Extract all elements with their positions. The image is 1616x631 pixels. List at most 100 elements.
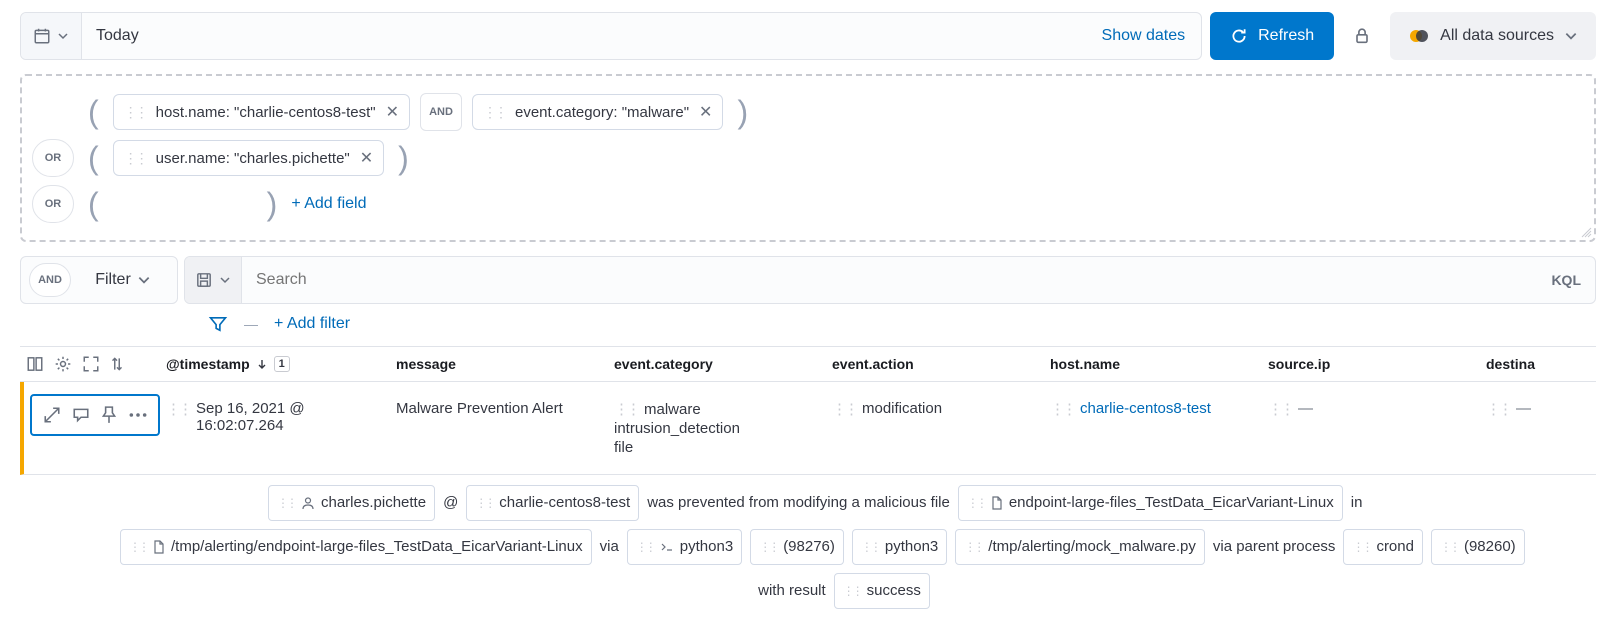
col-host[interactable]: host.name <box>1044 348 1262 380</box>
col-message[interactable]: message <box>390 348 608 380</box>
filter-search-row: AND Filter KQL <box>20 256 1596 304</box>
drag-handle-icon[interactable] <box>124 104 146 121</box>
row-actions-cell <box>24 382 160 474</box>
cell-source: — <box>1262 382 1480 474</box>
more-icon[interactable] <box>128 406 148 424</box>
refresh-icon <box>1230 27 1248 45</box>
kql-toggle[interactable]: KQL <box>1537 272 1595 288</box>
col-label: event.action <box>832 356 914 372</box>
query-row-2: OR ( user.name: "charles.pichette" ✕ ) <box>32 138 1580 178</box>
token-file[interactable]: endpoint-large-files_TestData_EicarVaria… <box>958 485 1343 521</box>
token-path[interactable]: /tmp/alerting/endpoint-large-files_TestD… <box>120 529 592 565</box>
close-icon[interactable]: ✕ <box>360 148 373 168</box>
date-picker: Today Show dates <box>20 12 1202 60</box>
drag-handle-icon[interactable] <box>1352 532 1370 562</box>
event-detail: charles.pichette @ charlie-centos8-test … <box>20 475 1596 619</box>
gear-icon[interactable] <box>54 355 72 373</box>
date-picker-toggle[interactable] <box>21 13 82 59</box>
show-dates-link[interactable]: Show dates <box>1086 27 1202 45</box>
save-icon <box>195 271 213 289</box>
sort-order-badge: 1 <box>274 356 290 372</box>
cell-timestamp: Sep 16, 2021 @ 16:02:07.264 <box>160 382 390 474</box>
host-link[interactable]: charlie-centos8-test <box>1080 400 1211 417</box>
close-icon[interactable]: ✕ <box>386 102 399 122</box>
filter-dropdown[interactable]: AND Filter <box>20 256 178 304</box>
expand-icon[interactable] <box>43 406 61 424</box>
pin-icon[interactable] <box>101 406 117 424</box>
drag-handle-icon[interactable] <box>1440 532 1458 562</box>
drag-handle-icon[interactable] <box>1486 400 1510 418</box>
saved-query-button[interactable] <box>185 257 242 303</box>
filter-icon[interactable] <box>208 314 228 334</box>
add-field-link[interactable]: + Add field <box>291 195 366 213</box>
filter-text: host.name: "charlie-centos8-test" <box>156 104 376 121</box>
fullscreen-icon[interactable] <box>82 355 100 373</box>
drag-handle-icon[interactable] <box>475 488 493 518</box>
data-sources-button[interactable]: All data sources <box>1390 12 1596 60</box>
drag-handle-icon[interactable] <box>614 400 638 418</box>
drag-handle-icon[interactable] <box>636 532 654 562</box>
col-dest[interactable]: destina <box>1480 348 1596 380</box>
token-host[interactable]: charlie-centos8-test <box>466 485 639 521</box>
add-filter-link[interactable]: + Add filter <box>274 315 350 333</box>
terminal-icon <box>660 541 674 553</box>
lock-button[interactable] <box>1342 12 1382 60</box>
row-actions <box>30 394 160 436</box>
document-icon <box>153 540 165 554</box>
col-category[interactable]: event.category <box>608 348 826 380</box>
token-result[interactable]: success <box>834 573 930 609</box>
drag-handle-icon[interactable] <box>166 400 190 418</box>
token-text: crond <box>1376 532 1414 562</box>
token-process[interactable]: python3 <box>627 529 742 565</box>
resize-handle-icon[interactable] <box>1580 226 1592 238</box>
drag-handle-icon[interactable] <box>861 532 879 562</box>
token-user[interactable]: charles.pichette <box>268 485 435 521</box>
detail-text: with result <box>758 576 826 606</box>
token-process[interactable]: python3 <box>852 529 947 565</box>
drag-handle-icon[interactable] <box>277 488 295 518</box>
drag-handle-icon[interactable] <box>483 104 505 121</box>
token-script[interactable]: /tmp/alerting/mock_malware.py <box>955 529 1205 565</box>
token-text: endpoint-large-files_TestData_EicarVaria… <box>1009 488 1334 518</box>
col-source[interactable]: source.ip <box>1262 348 1480 380</box>
columns-icon[interactable] <box>26 355 44 373</box>
filter-pill-category[interactable]: event.category: "malware" ✕ <box>472 94 723 130</box>
col-label: source.ip <box>1268 356 1330 372</box>
cell-value: — <box>1298 400 1313 417</box>
cell-value: file <box>614 439 633 456</box>
filter-pill-host[interactable]: host.name: "charlie-centos8-test" ✕ <box>113 94 410 130</box>
cell-host: charlie-centos8-test <box>1044 382 1262 474</box>
close-icon[interactable]: ✕ <box>699 102 712 122</box>
refresh-button[interactable]: Refresh <box>1210 12 1334 60</box>
or-badge[interactable]: OR <box>32 185 74 223</box>
date-label[interactable]: Today <box>82 27 153 45</box>
comment-icon[interactable] <box>72 406 90 424</box>
col-action[interactable]: event.action <box>826 348 1044 380</box>
document-icon <box>991 496 1003 510</box>
and-badge[interactable]: AND <box>420 93 462 131</box>
drag-handle-icon[interactable] <box>964 532 982 562</box>
filter-pill-user[interactable]: user.name: "charles.pichette" ✕ <box>113 140 385 176</box>
col-timestamp[interactable]: @timestamp 1 <box>160 348 390 380</box>
token-parent[interactable]: crond <box>1343 529 1423 565</box>
token-text: (98276) <box>783 532 835 562</box>
cell-action: modification <box>826 382 1044 474</box>
sort-icon[interactable] <box>110 355 124 373</box>
drag-handle-icon[interactable] <box>843 576 861 606</box>
filter-label: Filter <box>95 271 131 289</box>
or-badge[interactable]: OR <box>32 139 74 177</box>
add-filter-row: — + Add filter <box>20 314 1596 334</box>
drag-handle-icon[interactable] <box>759 532 777 562</box>
drag-handle-icon[interactable] <box>967 488 985 518</box>
drag-handle-icon[interactable] <box>1050 400 1074 418</box>
token-pid[interactable]: (98276) <box>750 529 844 565</box>
drag-handle-icon[interactable] <box>124 150 146 167</box>
close-paren: ) <box>263 186 282 223</box>
drag-handle-icon[interactable] <box>129 532 147 562</box>
token-text: python3 <box>885 532 938 562</box>
and-badge[interactable]: AND <box>29 263 71 297</box>
drag-handle-icon[interactable] <box>1268 400 1292 418</box>
search-input[interactable] <box>242 271 1537 289</box>
drag-handle-icon[interactable] <box>832 400 856 418</box>
token-pid[interactable]: (98260) <box>1431 529 1525 565</box>
